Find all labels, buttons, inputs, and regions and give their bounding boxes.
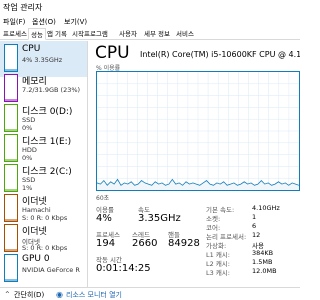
title-bar: 작업 관리자 [0,0,300,16]
sidebar-item-detail: NVIDIA GeForce R [22,266,80,274]
ethernet-thumbnail [4,224,18,252]
sockets-value: 1 [252,213,257,221]
cores-value: 6 [252,222,257,230]
sidebar-item-detail: SSD [22,116,36,124]
l3-cache-value: 12.0MB [252,267,277,275]
gpu-thumbnail [4,254,18,282]
processes-value: 194 [96,238,116,249]
tab-performance[interactable]: 성능 [28,28,46,40]
disk-thumbnail [4,104,18,132]
disk-thumbnail [4,134,18,162]
open-resource-monitor-link[interactable]: 리소스 모니터 열기 [66,290,122,300]
usage-value: 4% [96,213,112,224]
tab-details[interactable]: 세부 정보 [142,28,172,40]
tab-services[interactable]: 서비스 [174,28,196,40]
l1-cache-value: 384KB [252,249,274,257]
cpu-usage-graph [96,71,300,191]
resource-sidebar: CPU 4% 3.35GHz 메모리 7.2/31.9GB (23%) 디스크 … [0,41,88,287]
sidebar-item-name: CPU [22,44,41,54]
resource-monitor-icon: ◉ [56,290,63,299]
uptime-value: 0:01:14:25 [96,263,151,274]
base-speed-value: 4.10GHz [252,204,280,212]
tab-startup[interactable]: 시작프로그램 [70,28,110,40]
tab-app-history[interactable]: 앱 기록 [45,28,69,40]
sidebar-item-detail: SSD [22,176,36,184]
cpu-panel: CPU Intel(R) Core(TM) i5-10600KF CPU @ 4… [92,41,300,287]
sidebar-item-name: GPU 0 [22,254,50,264]
chevron-up-icon[interactable]: ⌃ [4,290,11,299]
window-title: 작업 관리자 [3,3,43,12]
tab-processes[interactable]: 프로세스 [1,28,29,40]
sidebar-item-detail: 7.2/31.9GB (23%) [22,86,81,94]
less-details-button[interactable]: 간단히(D) [14,290,44,300]
menu-bar: 파일(F) 옵션(O) 보기(V) [0,16,300,28]
logical-processors-value: 12 [252,231,261,239]
menu-file[interactable]: 파일(F) [3,17,25,27]
status-footer: ⌃ 간단히(D) ◉ 리소스 모니터 열기 [0,287,300,300]
disk-thumbnail [4,164,18,192]
menu-view[interactable]: 보기(V) [64,17,87,27]
menu-options[interactable]: 옵션(O) [32,17,56,27]
panel-title: CPU [95,43,130,63]
cpu-thumbnail [4,44,18,72]
sidebar-item-gpu[interactable]: GPU 0 NVIDIA GeForce R [0,251,87,287]
l2-cache-value: 1.5MB [252,258,273,266]
threads-value: 2660 [132,238,158,249]
graph-time-label: 60초 [96,195,110,202]
handles-value: 84928 [168,238,200,249]
ethernet-thumbnail [4,194,18,222]
thumbnail-fill [5,279,17,281]
tab-bar: 프로세스 성능 앱 기록 시작프로그램 사용자 세부 정보 서비스 [0,28,300,40]
memory-thumbnail [4,74,18,102]
sidebar-item-detail: Hamachi [22,206,51,214]
l3-cache-label: L3 캐시: [206,269,230,277]
tab-users[interactable]: 사용자 [117,28,139,40]
sidebar-item-detail: 4% 3.35GHz [22,56,63,64]
cpu-model-name: Intel(R) Core(TM) i5-10600KF CPU @ 4.10G… [140,50,300,59]
sidebar-item-detail: HDD [22,146,37,154]
speed-value: 3.35GHz [138,213,181,224]
